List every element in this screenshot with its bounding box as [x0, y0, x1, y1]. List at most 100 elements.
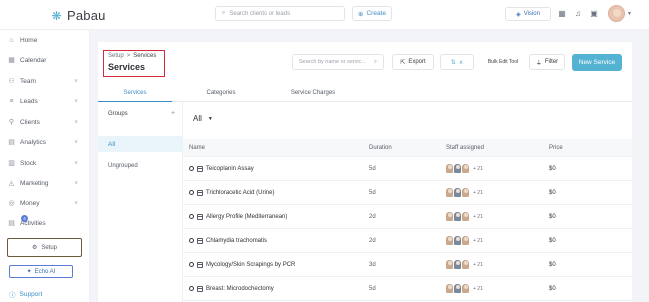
- avatar: [454, 212, 461, 221]
- sidebar-item-clients[interactable]: ⚲ Clients ∨: [0, 115, 90, 129]
- calendar-icon: [197, 285, 203, 292]
- export-button[interactable]: ⇱ Export: [392, 54, 434, 70]
- sidebar-item-money[interactable]: ◎ Money ∨: [0, 196, 90, 210]
- table-row[interactable]: Teicoplanin Assay 5d + 21 $0: [183, 157, 632, 181]
- bulk-edit-button[interactable]: Bulk Edit Tool: [481, 54, 525, 70]
- service-price: $0: [549, 213, 556, 220]
- breadcrumb-setup[interactable]: Setup: [108, 53, 124, 59]
- column-header-name[interactable]: Name: [189, 145, 205, 151]
- chevron-down-icon: ∨: [74, 119, 78, 125]
- sidebar-item-home[interactable]: ⌂ Home: [0, 33, 90, 47]
- table-row[interactable]: Breast: Microdochectomy 5d + 21 $0: [183, 277, 632, 301]
- table-row[interactable]: Mycology/Skin Scrapings by PCR 3d + 21 $…: [183, 253, 632, 277]
- sidebar-item-analytics[interactable]: ▤ Analytics ∨: [0, 135, 90, 149]
- staff-more-count: + 21: [473, 165, 483, 172]
- filter-dropdown[interactable]: All ▼: [193, 114, 213, 123]
- tab-service-charges[interactable]: Service Charges: [276, 84, 350, 102]
- calendar-icon[interactable]: ▦: [557, 8, 567, 19]
- table-row[interactable]: Allergy Profile (Mediterranean) 2d + 21 …: [183, 205, 632, 229]
- new-service-button[interactable]: New Service: [572, 54, 622, 71]
- chevron-down-icon: ∨: [74, 139, 78, 145]
- chevron-down-icon: ∨: [74, 180, 78, 186]
- export-icon: ⇱: [400, 59, 406, 66]
- sidebar-item-activities[interactable]: ▤ 4 Activities: [0, 215, 90, 230]
- sidebar-item-label: Clients: [20, 118, 40, 126]
- pabau-logo-icon: ❋: [51, 8, 62, 23]
- avatar: [446, 212, 453, 221]
- avatar: [462, 212, 469, 221]
- wallet-icon[interactable]: ▣: [589, 8, 599, 19]
- staff-avatars: + 21: [446, 188, 483, 197]
- radio-icon[interactable]: [189, 166, 194, 171]
- radio-icon[interactable]: [189, 190, 194, 195]
- group-item-all[interactable]: All: [98, 136, 183, 152]
- service-duration: 5d: [369, 189, 376, 196]
- table-header: Name Duration Staff assigned Price: [183, 139, 632, 157]
- add-group-icon[interactable]: +: [171, 110, 175, 117]
- create-button[interactable]: ⊕ Create: [352, 6, 392, 21]
- bulk-edit-label: Bulk Edit Tool: [487, 59, 519, 65]
- setup-button[interactable]: ⚙ Setup: [7, 238, 82, 257]
- tab-services[interactable]: Services: [98, 84, 172, 102]
- activities-badge: 4: [21, 215, 28, 222]
- chevron-up-icon: ∧: [458, 59, 464, 66]
- sidebar-item-label: Calendar: [20, 56, 47, 64]
- sidebar-item-marketing[interactable]: ◬ Marketing ∨: [0, 176, 90, 190]
- sort-toggle[interactable]: ⇅ ∧: [440, 54, 474, 70]
- vision-button-label: Vision: [523, 11, 540, 17]
- service-duration: 5d: [369, 165, 376, 172]
- sidebar-item-stock[interactable]: ▥ Stock ∨: [0, 156, 90, 170]
- chevron-down-icon[interactable]: ▼: [627, 11, 632, 17]
- filter-button[interactable]: ⏚ Filter: [529, 54, 565, 70]
- sidebar-item-team[interactable]: ⚇ Team ∨: [0, 74, 90, 88]
- service-price: $0: [549, 237, 556, 244]
- app-name: Pabau: [67, 8, 106, 23]
- avatar: [454, 260, 461, 269]
- echo-ai-button[interactable]: ✦ Echo AI: [9, 265, 73, 278]
- calendar-icon: [197, 165, 203, 172]
- service-duration: 2d: [369, 237, 376, 244]
- breadcrumb-separator: >: [126, 53, 131, 59]
- breadcrumb-current: Services: [133, 53, 157, 59]
- table-row[interactable]: Trichloracetic Acid (Urine) 5d + 21 $0: [183, 181, 632, 205]
- column-header-staff[interactable]: Staff assigned: [446, 145, 484, 151]
- vision-button[interactable]: ◈ Vision: [505, 7, 551, 21]
- sidebar-item-leads[interactable]: ≡ Leads ∨: [0, 94, 90, 108]
- calendar-icon: [197, 189, 203, 196]
- column-header-duration[interactable]: Duration: [369, 145, 392, 151]
- radio-icon[interactable]: [189, 238, 194, 243]
- services-search-input[interactable]: Search by name or servic... ⌕: [292, 54, 384, 70]
- search-icon: ⌕: [222, 10, 226, 16]
- staff-more-count: + 21: [473, 261, 483, 268]
- service-duration: 2d: [369, 213, 376, 220]
- sidebar-item-calendar[interactable]: ▦ Calendar: [0, 53, 90, 67]
- services-card: Setup > Services Services Search by name…: [98, 42, 632, 302]
- avatar: [454, 236, 461, 245]
- sidebar-item-label: Analytics: [20, 138, 47, 146]
- global-search-input[interactable]: ⌕ Search clients or leads: [215, 6, 345, 21]
- column-header-price[interactable]: Price: [549, 145, 563, 151]
- home-icon: ⌂: [9, 36, 14, 44]
- staff-more-count: + 21: [473, 285, 483, 292]
- create-button-label: Create: [366, 10, 386, 17]
- user-avatar[interactable]: [608, 5, 625, 22]
- tab-categories[interactable]: Categories: [186, 84, 256, 102]
- radio-icon[interactable]: [189, 286, 194, 291]
- group-item-ungrouped[interactable]: Ungrouped: [108, 163, 138, 169]
- sidebar-item-label: Money: [20, 199, 40, 207]
- sort-icon: ⇅: [450, 59, 456, 66]
- avatar: [462, 284, 469, 293]
- radio-icon[interactable]: [189, 262, 194, 267]
- app-logo[interactable]: ❋ Pabau: [50, 8, 106, 23]
- table-row[interactable]: Chlamydia trachomatis 2d + 21 $0: [183, 229, 632, 253]
- search-icon: ⌕: [373, 58, 377, 65]
- radio-icon[interactable]: [189, 214, 194, 219]
- avatar: [454, 188, 461, 197]
- avatar: [462, 164, 469, 173]
- marketing-icon: ◬: [8, 180, 15, 187]
- global-search-placeholder: Search clients or leads: [229, 10, 291, 17]
- staff-more-count: + 21: [473, 237, 483, 244]
- staff-avatars: + 21: [446, 212, 483, 221]
- bell-icon[interactable]: ♫: [573, 8, 583, 19]
- support-link[interactable]: ⓘ Support: [9, 289, 42, 300]
